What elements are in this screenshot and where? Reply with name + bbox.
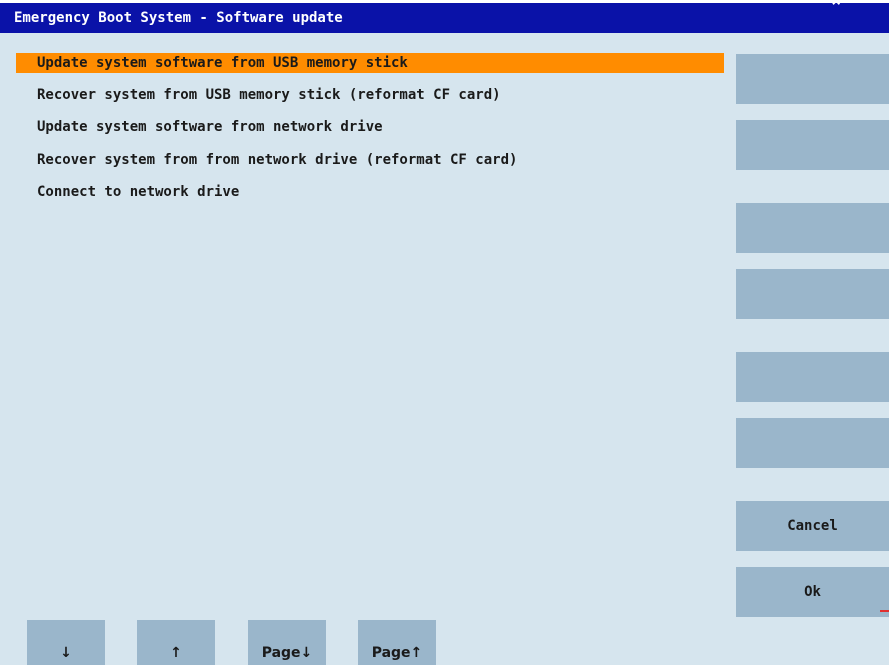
window-title: Emergency Boot System - Software update — [14, 10, 343, 26]
close-icon[interactable]: × — [831, 0, 841, 9]
page-down-button[interactable]: Page↓ — [248, 620, 326, 665]
scroll-up-button[interactable]: ↑ — [137, 620, 215, 665]
softkey-5[interactable] — [736, 352, 889, 402]
menu-item-connect-network[interactable]: Connect to network drive — [16, 181, 724, 203]
menu-list: Update system software from USB memory s… — [16, 51, 724, 214]
title-bar: Emergency Boot System - Software update … — [0, 0, 889, 33]
softkey-4[interactable] — [736, 269, 889, 319]
softkey-2[interactable] — [736, 120, 889, 170]
emergency-boot-screen: Emergency Boot System - Software update … — [0, 0, 889, 665]
softkey-1[interactable] — [736, 54, 889, 104]
cancel-button[interactable]: Cancel — [736, 501, 889, 551]
menu-item-recover-network[interactable]: Recover system from from network drive (… — [16, 149, 724, 171]
softkey-3[interactable] — [736, 203, 889, 253]
softkey-6[interactable] — [736, 418, 889, 468]
scroll-down-button[interactable]: ↓ — [27, 620, 105, 665]
menu-item-recover-usb[interactable]: Recover system from USB memory stick (re… — [16, 84, 724, 106]
red-accent-mark — [880, 610, 889, 612]
page-up-button[interactable]: Page↑ — [358, 620, 436, 665]
menu-item-update-usb[interactable]: Update system software from USB memory s… — [16, 53, 724, 73]
menu-item-update-network[interactable]: Update system software from network driv… — [16, 116, 724, 138]
ok-button[interactable]: Ok — [736, 567, 889, 617]
